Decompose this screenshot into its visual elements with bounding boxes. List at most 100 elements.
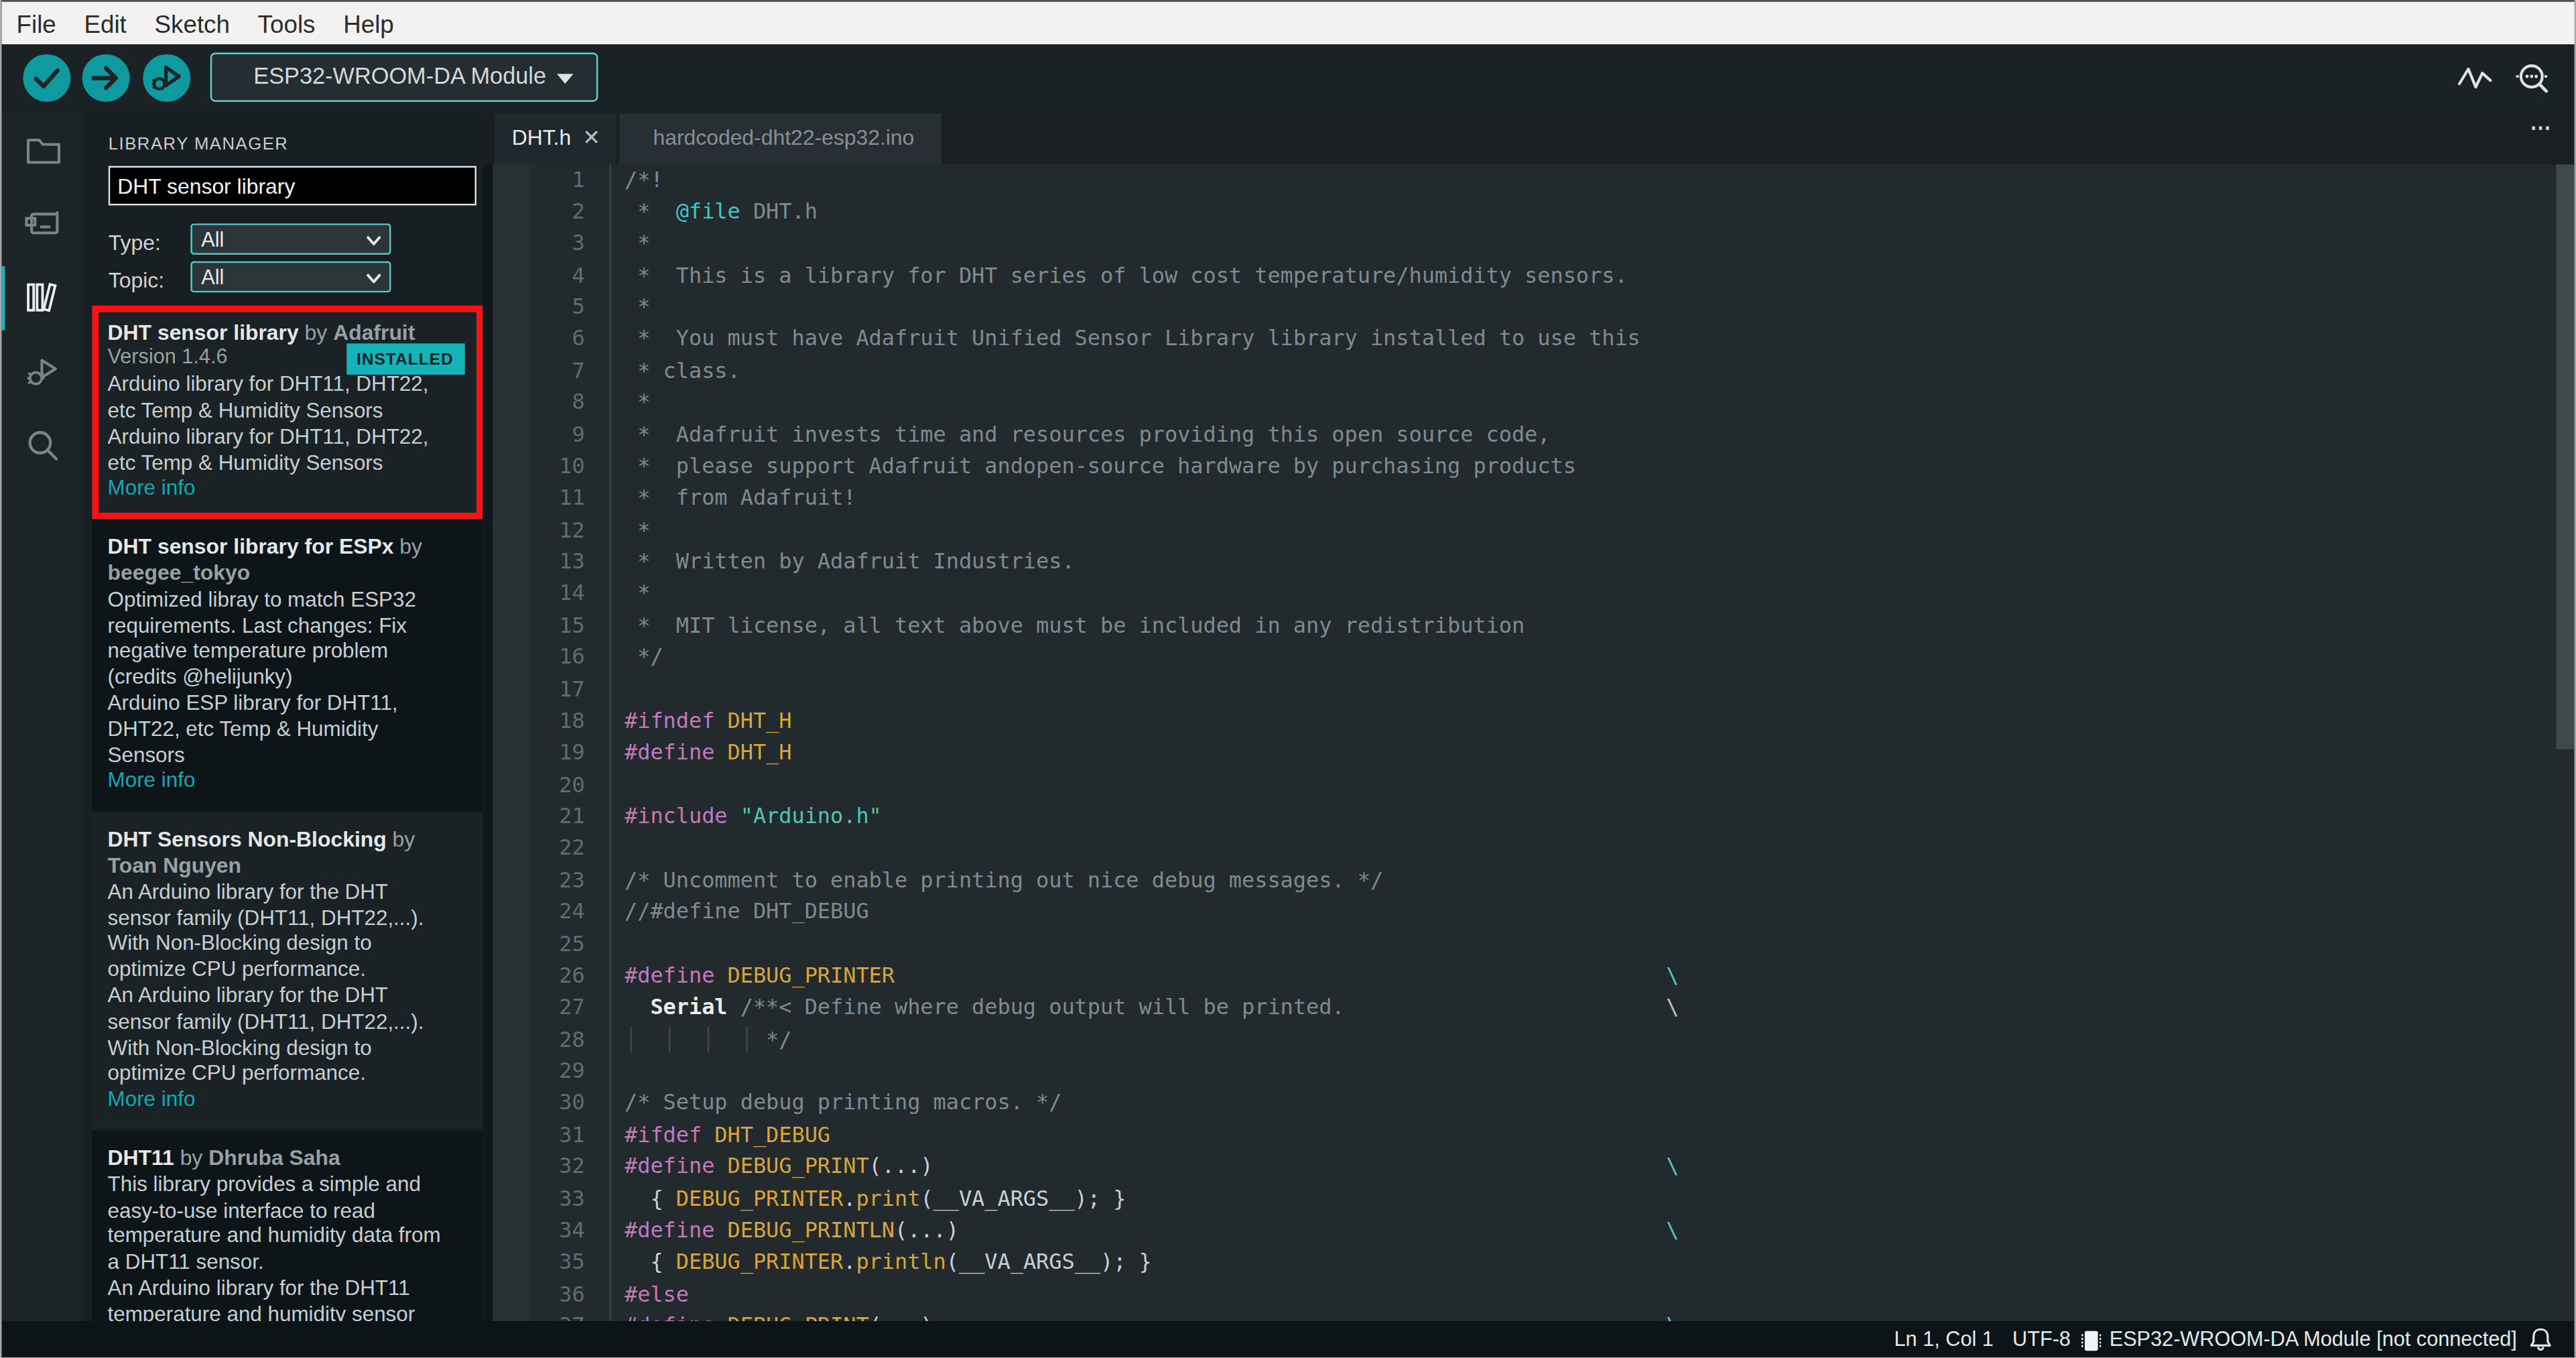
editor-scrollbar-thumb[interactable]: [2557, 164, 2575, 749]
line-number: 28: [529, 1023, 584, 1054]
arrow-right-icon: [82, 54, 130, 101]
status-bar: Ln 1, Col 1 UTF-8 ESP32-WROOM-DA Module …: [1, 1322, 2574, 1357]
line-number: 33: [529, 1182, 584, 1214]
code-line-18: #ifndef DHT_H: [625, 704, 2557, 736]
sidebar-item-boards-manager[interactable]: [1, 186, 84, 260]
line-number: 9: [529, 418, 584, 450]
chip-icon: [2081, 1329, 2101, 1352]
line-number: 19: [529, 737, 584, 768]
line-number: 11: [529, 482, 584, 513]
line-number: 37: [529, 1310, 584, 1322]
code-line-17: [625, 673, 2557, 704]
serial-plotter-icon[interactable]: [2456, 60, 2494, 97]
line-number: 14: [529, 577, 584, 609]
line-number: 7: [529, 355, 584, 386]
code-line-15: * MIT license, all text above must be in…: [625, 609, 2557, 641]
code-line-16: */: [625, 641, 2557, 672]
library-item-2[interactable]: DHT Sensors Non-Blocking byToan NguyenAn…: [91, 812, 482, 1130]
menu-sketch[interactable]: Sketch: [155, 9, 230, 38]
folder-icon: [21, 128, 64, 171]
more-info-link[interactable]: More info: [108, 1087, 196, 1111]
code-line-19: #define DHT_H: [625, 737, 2557, 768]
library-search-box[interactable]: [108, 166, 476, 206]
line-number: 18: [529, 704, 584, 736]
code-line-2: * @file DHT.h: [625, 195, 2557, 227]
code-line-12: *: [625, 513, 2557, 545]
line-number: 17: [529, 673, 584, 704]
more-info-link[interactable]: More info: [108, 768, 196, 793]
line-number: 21: [529, 800, 584, 832]
menu-help[interactable]: Help: [343, 9, 394, 38]
board-selector-dropdown[interactable]: ESP32-WROOM-DA Module: [211, 53, 599, 103]
bell-icon[interactable]: [2528, 1326, 2553, 1353]
code-line-14: *: [625, 577, 2557, 609]
sidebar-item-debug[interactable]: [1, 334, 84, 408]
line-number: 23: [529, 864, 584, 896]
panel-editor-divider: [483, 164, 493, 1322]
library-manager-panel: LIBRARY MANAGER Type: All Topic: All DHT…: [84, 113, 483, 1322]
line-number: 31: [529, 1119, 584, 1150]
bug-play-icon: [143, 54, 190, 101]
line-number: 3: [529, 227, 584, 259]
chevron-down-icon: [558, 73, 574, 83]
code-line-34: #define DEBUG_PRINTLN(...) \: [625, 1214, 2557, 1245]
library-search-input[interactable]: [109, 168, 482, 204]
serial-monitor-icon[interactable]: [2514, 60, 2551, 97]
line-number: 2: [529, 195, 584, 227]
upload-button[interactable]: [82, 54, 130, 101]
menu-file[interactable]: File: [17, 9, 56, 38]
library-item-1[interactable]: DHT sensor library for ESPx bybeegee_tok…: [91, 519, 482, 812]
topic-filter-select[interactable]: All: [190, 261, 390, 292]
line-number: 10: [529, 450, 584, 481]
code-line-10: * please support Adafruit andopen-source…: [625, 450, 2557, 481]
board-icon: [21, 202, 64, 245]
verify-button[interactable]: [23, 54, 70, 101]
line-number: 6: [529, 322, 584, 354]
close-icon[interactable]: ✕: [582, 124, 600, 149]
line-number: 32: [529, 1150, 584, 1182]
books-icon: [21, 276, 64, 319]
line-number: 35: [529, 1246, 584, 1278]
code-line-37: #define DEBUG_PRINT(...) \: [625, 1310, 2557, 1322]
debug-button[interactable]: [143, 54, 190, 101]
code-line-36: #else: [625, 1278, 2557, 1309]
code-line-13: * Written by Adafruit Industries.: [625, 546, 2557, 577]
cursor-position: Ln 1, Col 1: [1894, 1328, 1994, 1351]
debug-icon: [21, 350, 64, 393]
line-number: 27: [529, 991, 584, 1023]
activity-sidebar: [1, 113, 84, 1322]
library-item-0[interactable]: DHT sensor library by AdafruitVersion 1.…: [91, 305, 482, 519]
code-line-28: │ │ │ │ */: [625, 1023, 2557, 1054]
menu-tools[interactable]: Tools: [258, 9, 316, 38]
line-number: 22: [529, 832, 584, 863]
code-line-7: * class.: [625, 355, 2557, 386]
code-line-31: #ifdef DHT_DEBUG: [625, 1119, 2557, 1150]
code-line-33: { DEBUG_PRINTER.print(__VA_ARGS__); }: [625, 1182, 2557, 1214]
sidebar-item-library-manager[interactable]: [1, 261, 84, 334]
code-line-25: [625, 928, 2557, 959]
tab-sketch-ino[interactable]: hardcoded-dht22-esp32.ino: [619, 113, 940, 164]
search-icon: [21, 424, 64, 467]
library-item-3[interactable]: DHT11 by Dhruba SahaThis library provide…: [91, 1130, 482, 1322]
code-line-20: [625, 768, 2557, 800]
code-editor[interactable]: 1234567891011121314151617181920212223242…: [483, 164, 2575, 1322]
code-line-29: [625, 1055, 2557, 1087]
sidebar-item-explorer[interactable]: [1, 113, 84, 186]
sidebar-item-search[interactable]: [1, 408, 84, 482]
type-filter-select[interactable]: All: [190, 223, 390, 253]
installed-badge: INSTALLED: [346, 344, 464, 375]
line-number: 8: [529, 386, 584, 418]
tab-dht-h[interactable]: DHT.h ✕: [494, 113, 615, 164]
code-line-5: *: [625, 291, 2557, 322]
line-number: 15: [529, 609, 584, 641]
code-line-23: /* Uncomment to enable printing out nice…: [625, 864, 2557, 896]
line-number: 34: [529, 1214, 584, 1245]
more-actions-icon[interactable]: ⋯: [2530, 114, 2553, 139]
more-info-link[interactable]: More info: [108, 475, 196, 500]
code-content: /*! * @file DHT.h * * This is a library …: [610, 164, 2557, 1322]
line-number: 16: [529, 641, 584, 672]
board-status[interactable]: ESP32-WROOM-DA Module [not connected]: [2110, 1328, 2517, 1351]
menu-edit[interactable]: Edit: [84, 9, 126, 38]
line-number: 29: [529, 1055, 584, 1087]
code-line-11: * from Adafruit!: [625, 482, 2557, 513]
